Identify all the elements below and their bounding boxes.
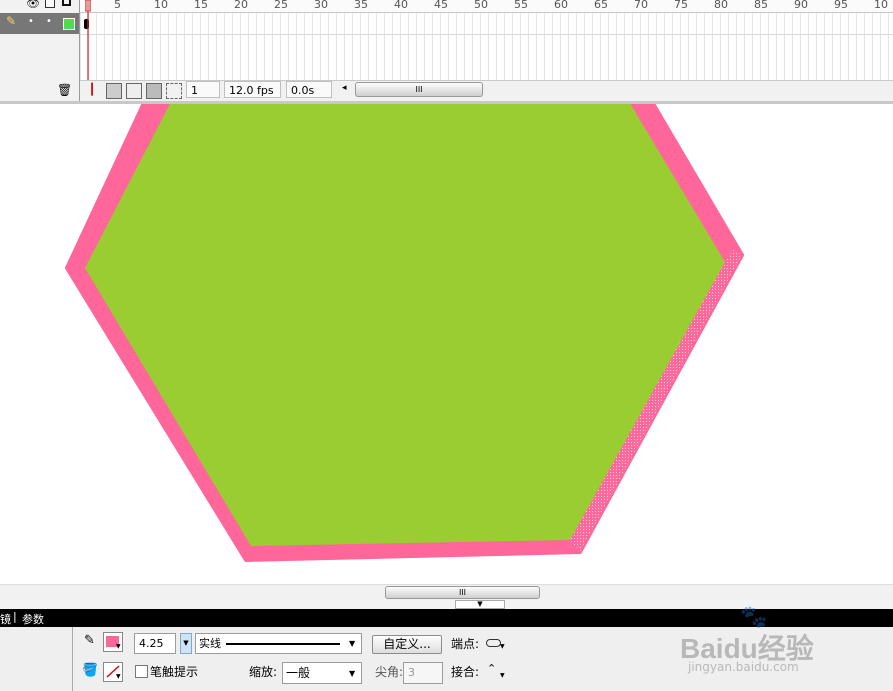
- pencil-icon: ✎: [6, 14, 17, 28]
- watermark-url: jingyan.baidu.com: [688, 660, 799, 674]
- layer-row[interactable]: ✎ • •: [0, 13, 79, 34]
- ruler-tick-label: 90: [794, 0, 808, 11]
- layer-panel: 👁 ✎ • • 🗑: [0, 0, 80, 103]
- scale-select[interactable]: 一般 ▼: [282, 662, 362, 684]
- scroll-left-icon[interactable]: ◂: [342, 83, 347, 93]
- edit-multiple-frames-icon[interactable]: [146, 83, 162, 99]
- frame-ruler[interactable]: 5 10 15 20 25 30 35 40 45 50 55 60 65 70 75 80 85 90 95 10: [80, 0, 893, 13]
- visibility-dot-icon[interactable]: •: [28, 16, 34, 27]
- stroke-hinting-checkbox[interactable]: [135, 665, 148, 678]
- stroke-hinting-label: 笔触提示: [150, 665, 199, 679]
- baidu-watermark: 🐾 Baidu经验 jingyan.baidu.com: [680, 605, 850, 674]
- tab-parameters[interactable]: 参数: [22, 611, 44, 627]
- dropdown-arrow-icon: ▼: [116, 643, 121, 650]
- tab-filters[interactable]: 镜: [0, 611, 11, 627]
- ruler-tick-label: 60: [554, 0, 568, 11]
- eye-icon[interactable]: 👁: [26, 0, 40, 10]
- stage-scrollbar-thumb[interactable]: III: [385, 586, 540, 599]
- outline-icon[interactable]: [62, 0, 71, 6]
- scale-label: 缩放:: [249, 665, 278, 679]
- miter-input[interactable]: 3: [403, 662, 443, 684]
- ruler-tick-label: 95: [834, 0, 848, 11]
- stroke-height-slider-icon[interactable]: ▼: [180, 633, 192, 654]
- pencil-icon: ✎: [84, 633, 95, 648]
- fill-color-swatch[interactable]: ▼: [103, 662, 123, 682]
- ruler-tick-label: 85: [754, 0, 768, 11]
- ruler-tick-label: 10: [154, 0, 168, 11]
- custom-stroke-button[interactable]: 自定义...: [372, 635, 442, 654]
- lock-icon[interactable]: [45, 0, 55, 8]
- join-round-icon[interactable]: ⌃: [487, 662, 496, 675]
- current-frame-field: 1: [186, 81, 220, 98]
- timeline-scrollbar-thumb[interactable]: III: [355, 82, 483, 97]
- ruler-tick-label: 80: [714, 0, 728, 11]
- collapse-arrow-icon[interactable]: ▼: [455, 600, 505, 609]
- modify-onion-markers-icon[interactable]: [166, 83, 182, 99]
- cap-dropdown-icon[interactable]: ▼: [500, 643, 505, 650]
- layer-color-icon[interactable]: [63, 18, 75, 30]
- stroke-height-input[interactable]: 4.25: [134, 633, 176, 654]
- trash-icon[interactable]: 🗑: [57, 83, 72, 97]
- ruler-tick-label: 70: [634, 0, 648, 11]
- frame-rate-field[interactable]: 12.0 fps: [224, 81, 281, 98]
- properties-panel: ✎ ▼ 4.25 ▼ 实线 ▼ 自定义... 端点: ▼ 🪣 ▼ 笔触提示 缩放…: [0, 605, 893, 691]
- ruler-tick-label: 75: [674, 0, 688, 11]
- stage[interactable]: [0, 104, 893, 584]
- join-dropdown-icon[interactable]: ▼: [500, 672, 505, 679]
- ruler-tick-label: 35: [354, 0, 368, 11]
- hexagon-shape[interactable]: [0, 104, 893, 584]
- chevron-down-icon: ▼: [349, 669, 356, 678]
- center-frame-icon[interactable]: ┃: [86, 83, 98, 97]
- stroke-color-swatch[interactable]: ▼: [103, 632, 123, 652]
- ruler-tick-label: 10: [874, 0, 888, 11]
- chevron-down-icon: ▼: [349, 639, 356, 648]
- ruler-tick-label: 30: [314, 0, 328, 11]
- ruler-tick-label: 50: [474, 0, 488, 11]
- stroke-style-label: 实线: [199, 637, 221, 650]
- ruler-tick-label: 40: [394, 0, 408, 11]
- join-label: 接合:: [451, 665, 480, 679]
- ruler-tick-label: 15: [194, 0, 208, 11]
- ruler-tick-label: 20: [234, 0, 248, 11]
- ruler-tick-label: 45: [434, 0, 448, 11]
- solid-line-preview: [226, 643, 340, 645]
- timeline-panel: 👁 ✎ • • 🗑 5 10 15 20 25 30 35 40 45 50 55 60 65 70 75 8…: [0, 0, 893, 104]
- scale-value: 一般: [286, 666, 311, 680]
- stage-scrollbar[interactable]: III: [0, 584, 893, 601]
- onion-outline-icon[interactable]: [126, 83, 142, 99]
- ruler-tick-label: 55: [514, 0, 528, 11]
- tab-separator: |: [13, 610, 17, 623]
- cap-label: 端点:: [451, 637, 480, 651]
- paint-bucket-icon: 🪣: [82, 663, 99, 678]
- hexagon-fill[interactable]: [85, 104, 725, 546]
- ruler-tick-label: 25: [274, 0, 288, 11]
- ruler-tick-label: 65: [594, 0, 608, 11]
- elapsed-time-field: 0.0s: [286, 81, 332, 98]
- miter-label: 尖角:: [375, 665, 404, 679]
- ruler-tick-label: 5: [114, 0, 121, 11]
- onion-skin-icon[interactable]: [106, 83, 122, 99]
- cap-round-icon[interactable]: [486, 639, 501, 647]
- frame-row[interactable]: [80, 13, 893, 35]
- stroke-style-select[interactable]: 实线 ▼: [195, 633, 362, 654]
- dropdown-arrow-icon: ▼: [116, 673, 121, 680]
- lock-dot-icon[interactable]: •: [46, 16, 52, 27]
- panel-divider: [72, 627, 73, 691]
